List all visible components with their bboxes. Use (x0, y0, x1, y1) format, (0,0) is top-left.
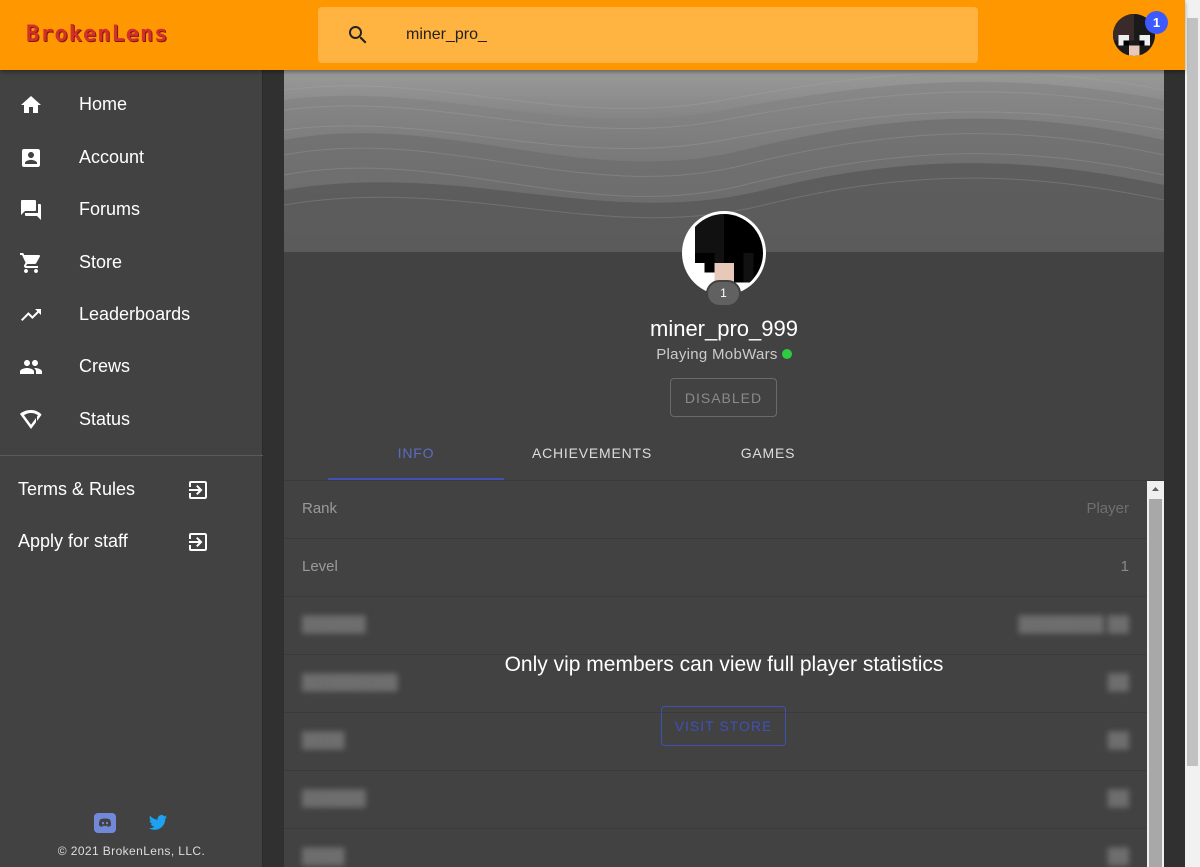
stat-label: Rank (302, 500, 338, 517)
sidebar-link-apply-staff[interactable]: Apply for staff (0, 516, 263, 568)
blurred-row: ██████ ████████ ██ (284, 597, 1147, 655)
sidebar-item-label: Leaderboards (79, 304, 191, 324)
people-icon (20, 360, 42, 374)
online-indicator (781, 349, 792, 359)
sidebar-item-label: Forums (79, 199, 141, 219)
sidebar-divider (0, 455, 263, 456)
sidebar: Home Account Forums Store Leaderboards C… (0, 70, 263, 867)
sidebar-item-label: Store (79, 252, 123, 272)
sidebar-item-forums[interactable]: Forums (0, 184, 263, 236)
tab-info[interactable]: INFO (328, 433, 504, 481)
scroll-up-arrow-icon[interactable] (1147, 481, 1164, 498)
blurred-row: ████ ██ (284, 829, 1147, 867)
home-icon (21, 96, 41, 113)
exit-to-app-icon (189, 533, 207, 551)
sidebar-link-terms[interactable]: Terms & Rules (0, 464, 263, 516)
sidebar-item-crews[interactable]: Crews (0, 341, 263, 393)
vip-message: Only vip members can view full player st… (504, 653, 944, 676)
sidebar-item-label: Account (79, 147, 145, 167)
visit-store-button[interactable]: VISIT STORE (661, 706, 786, 746)
discord-icon[interactable] (93, 811, 117, 835)
cart-icon (20, 253, 41, 273)
page-scrollbar[interactable] (1185, 0, 1200, 867)
search-icon[interactable] (346, 23, 370, 47)
stat-value: Player (1086, 500, 1129, 517)
sidebar-item-label: Crews (79, 356, 131, 376)
disabled-button[interactable]: DISABLED (670, 378, 777, 417)
sidebar-item-label: Status (79, 409, 131, 429)
table-row: Level 1 (284, 539, 1147, 597)
top-app-bar: BrokenLens 1 (0, 0, 1185, 70)
profile-username: miner_pro_999 (650, 316, 798, 341)
page-scrollbar-thumb[interactable] (1187, 18, 1198, 766)
stats-scrollbar[interactable] (1147, 481, 1164, 867)
stats-panel: Rank Player Level 1 ██████ ████████ ██ ██… (284, 481, 1147, 867)
table-row: Rank Player (284, 481, 1147, 539)
brand-logo[interactable]: BrokenLens (26, 22, 168, 47)
account-box-icon (22, 149, 40, 167)
copyright-text: © 2021 BrokenLens, LLC. (57, 844, 206, 858)
level-chip: 1 (706, 280, 741, 307)
status-text: Playing MobWars (656, 346, 778, 363)
tab-achievements[interactable]: ACHIEVEMENTS (504, 433, 680, 481)
sidebar-link-label: Terms & Rules (18, 479, 136, 499)
blurred-row: ██████ ██ (284, 771, 1147, 829)
stat-label: Level (302, 558, 338, 575)
search-bar[interactable] (318, 7, 978, 63)
sidebar-item-store[interactable]: Store (0, 237, 263, 289)
sidebar-item-label: Home (79, 94, 128, 114)
signal-icon (20, 410, 42, 429)
sidebar-link-label: Apply for staff (18, 531, 128, 551)
scrollbar-thumb[interactable] (1149, 499, 1162, 867)
profile-status: Playing MobWars (284, 346, 1164, 363)
sidebar-item-status[interactable]: Status (0, 394, 263, 446)
sidebar-item-home[interactable]: Home (0, 79, 263, 131)
profile-card: 1 miner_pro_999 Playing MobWars DISABLED… (284, 70, 1164, 867)
stat-value: 1 (1120, 558, 1129, 575)
trending-up-icon (21, 309, 41, 321)
notification-badge[interactable]: 1 (1145, 11, 1168, 34)
search-input[interactable] (406, 23, 946, 47)
content-gutter (1164, 70, 1185, 867)
sidebar-item-leaderboards[interactable]: Leaderboards (0, 289, 263, 341)
sidebar-item-account[interactable]: Account (0, 132, 263, 184)
tab-games[interactable]: GAMES (680, 433, 856, 481)
forum-icon (21, 200, 41, 220)
twitter-icon[interactable] (148, 813, 168, 833)
exit-to-app-icon (189, 481, 207, 499)
